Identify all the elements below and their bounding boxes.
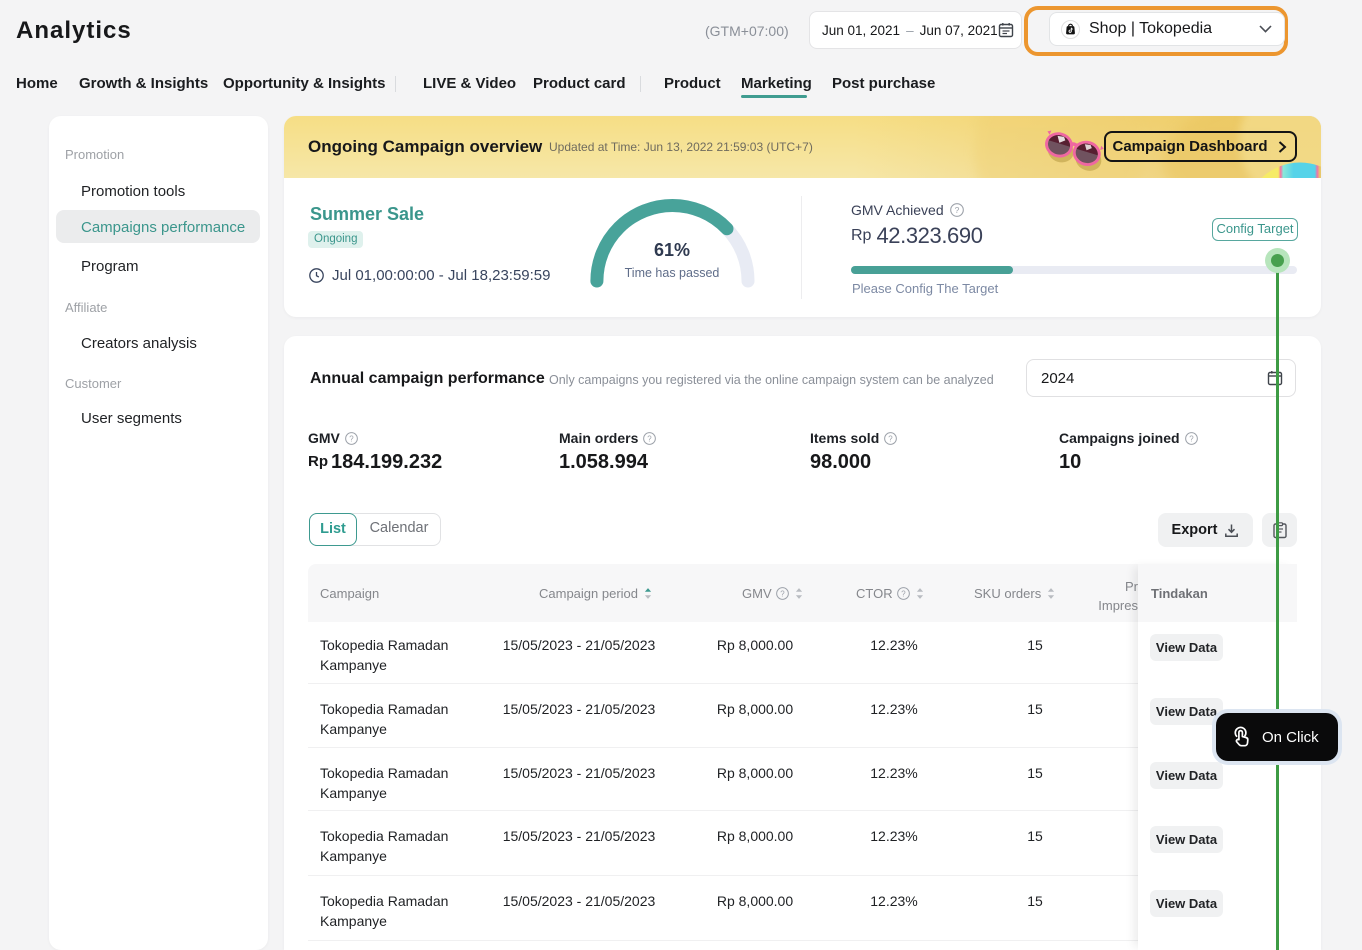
svg-text:?: ? xyxy=(780,589,785,598)
svg-text:?: ? xyxy=(901,589,906,598)
